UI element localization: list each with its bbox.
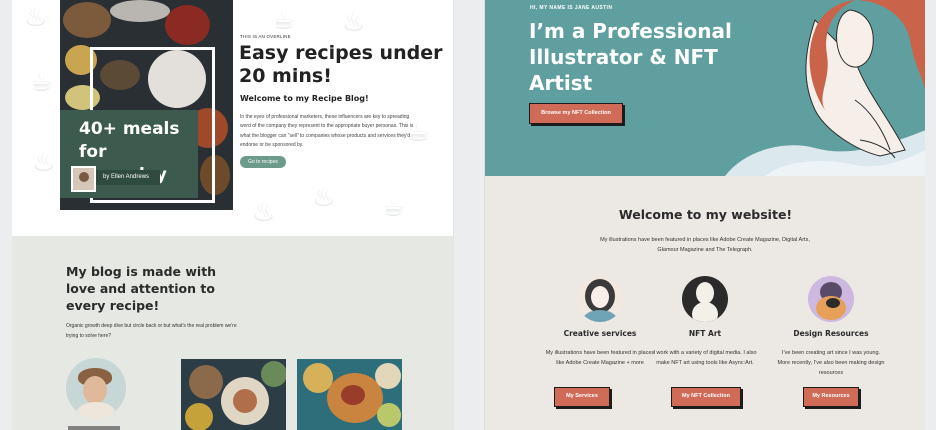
service-body: I work with a variety of digital media. … (653, 350, 757, 366)
recipe-hero-title: Easy recipes under 20 mins! (239, 42, 443, 87)
blog-section-title: My blog is made with love and attention … (66, 264, 217, 313)
creative-services-avatar-icon (577, 276, 623, 322)
recipe-hero-body: In the eyes of professional marketers, t… (240, 114, 414, 149)
welcome-title: Welcome to my website! (618, 207, 793, 222)
my-resources-button[interactable]: My Resources (803, 387, 859, 407)
cup-doodle-icon: ☕ (382, 193, 406, 223)
go-to-recipes-button[interactable]: Go to recipes (240, 156, 286, 168)
recipe-blog-preview[interactable]: ♨ ☕ ♨ ♨ ☕ ☕ ♨ ♨ ☕ ♨ 40+ meals for everyd… (12, 0, 454, 430)
service-title: NFT Art (688, 329, 722, 338)
service-title: Design Resources (793, 329, 869, 338)
my-nft-collection-button[interactable]: My NFT Collection (671, 387, 741, 407)
recipe-overline: THIS IS AN OVERLINE (240, 34, 291, 39)
blog-section-body: Organic growth deep dive but circle back… (66, 323, 237, 339)
service-card-nft: NFT Art I work with a variety of digital… (640, 276, 770, 368)
author-avatar (71, 166, 96, 192)
artist-overline: HI, MY NAME IS JANE AUSTIN (530, 5, 613, 11)
pot-doodle-icon: ♨ (24, 3, 48, 33)
artist-hero-section: HI, MY NAME IS JANE AUSTIN I’m a Profess… (485, 0, 925, 176)
food-photo-bowls[interactable] (181, 359, 286, 430)
food-photo-platter[interactable] (297, 359, 402, 430)
illustrator-site-preview[interactable]: HI, MY NAME IS JANE AUSTIN I’m a Profess… (484, 0, 925, 430)
bowl-doodle-icon: ♨ (32, 148, 56, 178)
recipe-blog-section: My blog is made with love and attention … (12, 236, 453, 430)
my-services-button[interactable]: My Services (554, 387, 610, 407)
pot-doodle-icon: ♨ (312, 183, 336, 213)
service-card-resources: Design Resources I’ve been creating art … (766, 276, 896, 378)
cup-doodle-icon: ☕ (30, 68, 54, 98)
woman-illustration (725, 0, 925, 176)
cup-doodle-icon: ☕ (272, 6, 296, 36)
author-tag: by Ellen Andrews (96, 170, 160, 185)
bowl-doodle-icon: ♨ (252, 198, 276, 228)
blogger-name-text (68, 426, 120, 430)
recipe-hero-subtitle: Welcome to my Recipe Blog! (240, 94, 369, 103)
bowl-doodle-icon: ♨ (342, 8, 366, 38)
blogger-avatar (66, 358, 126, 418)
recipe-hero-section: ♨ ☕ ♨ ♨ ☕ ☕ ♨ ♨ ☕ ♨ 40+ meals for everyd… (12, 0, 453, 236)
welcome-body: My illustrations have been featured in p… (600, 237, 810, 253)
browse-nft-button[interactable]: Browse my NFT Collection (529, 103, 623, 124)
nft-art-avatar-icon (682, 276, 728, 322)
design-resources-avatar-icon (808, 276, 854, 322)
service-body: I’ve been creating art since I was young… (777, 350, 885, 376)
